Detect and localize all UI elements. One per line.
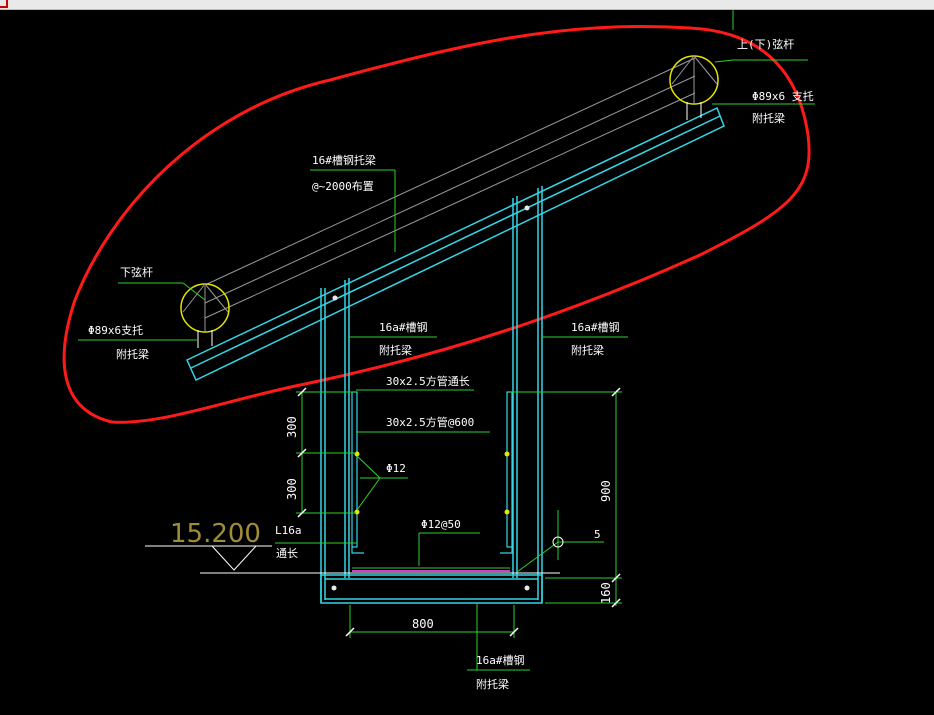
label-upper-pipe: Φ89x6 支托 [752, 89, 814, 103]
bottom-channel [320, 574, 543, 604]
left-post [320, 278, 350, 603]
dim-left-lower: 300 [285, 478, 299, 500]
label-upper-chord: 上(下)弦杆 [737, 37, 794, 51]
elevation-value: 15.200 [170, 519, 261, 549]
dim-right-base: 160 [599, 582, 613, 604]
label-angle-sub: 通长 [276, 547, 298, 560]
label-left-channel-sub: 附托梁 [379, 343, 412, 357]
label-lower-chord: 下弦杆 [120, 265, 153, 279]
label-truss-channel: 16#槽钢托梁 [312, 153, 376, 167]
dim-bottom-width: 800 [412, 617, 434, 631]
label-rebar: Φ12 [386, 462, 406, 475]
label-rebar-spaced: Φ12@50 [421, 518, 461, 531]
label-weld-size: 5 [594, 528, 601, 541]
label-angle: L16a [275, 524, 302, 537]
label-bottom-channel: 16a#槽钢 [476, 654, 525, 667]
label-upper-pipe-sub: 附托梁 [752, 111, 785, 125]
lower-chord-pipe [180, 283, 230, 348]
label-truss-spacing: @~2000布置 [312, 180, 374, 193]
dim-left-upper: 300 [285, 416, 299, 438]
label-left-channel: 16a#槽钢 [379, 321, 428, 334]
label-lower-pipe-sub: 附托梁 [116, 347, 149, 361]
right-post [512, 186, 543, 603]
rebar-dots [354, 451, 510, 515]
label-bottom-channel-sub: 附托梁 [476, 677, 509, 691]
sloped-channel-beam [186, 106, 725, 382]
label-right-channel-sub: 附托梁 [571, 343, 604, 357]
label-tube-spaced: 30x2.5方管@600 [386, 415, 474, 429]
label-tube-long: 30x2.5方管通长 [386, 374, 470, 388]
dim-right-height: 900 [599, 480, 613, 502]
label-right-channel: 16a#槽钢 [571, 321, 620, 334]
cad-drawing[interactable]: 上(下)弦杆 Φ89x6 支托 附托梁 16#槽钢托梁 @~2000布置 下弦杆… [0, 0, 934, 715]
red-markup-outline [62, 25, 811, 424]
label-lower-pipe: Φ89x6支托 [88, 323, 143, 337]
